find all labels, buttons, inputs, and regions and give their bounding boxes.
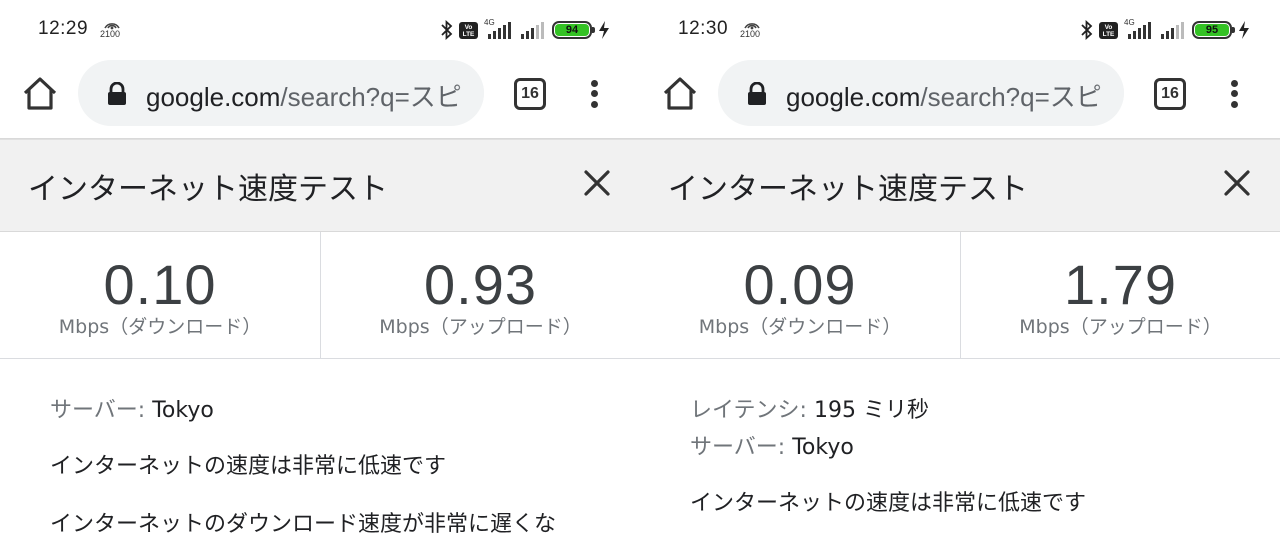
hotspot-icon: 2100 [100, 16, 124, 42]
signal-4g-icon: 4G [1124, 18, 1154, 40]
address-bar[interactable]: google.com/search?q=スピ [718, 60, 1124, 126]
speed-message: インターネットの速度は非常に低速です [50, 454, 447, 479]
download-result: 0.09 Mbps（ダウンロード） [640, 232, 960, 358]
bluetooth-icon [441, 20, 453, 40]
speed-results: 0.09 Mbps（ダウンロード） 1.79 Mbps（アップロード） [640, 232, 1280, 359]
upload-value: 1.79 [1064, 253, 1177, 316]
address-bar[interactable]: google.com/search?q=スピ [78, 60, 484, 126]
result-details: レイテンシ: 195 ミリ秒 サーバー: Tokyo インターネットの速度は非常… [690, 392, 1260, 517]
clock: 12:30 [678, 18, 729, 39]
server-label: サーバー: [50, 398, 146, 423]
status-bar: 12:30 2100 Vo LTE 4G 95 [640, 0, 1280, 60]
signal-icon [520, 20, 546, 40]
speed-message: インターネットの速度は非常に低速です [690, 491, 1087, 516]
server-value: Tokyo [145, 398, 214, 423]
close-icon[interactable] [1222, 168, 1252, 198]
card-title: インターネット速度テスト [668, 172, 1028, 207]
url-text: google.com/search?q=スピ [146, 77, 462, 114]
browser-toolbar: google.com/search?q=スピ 16 [0, 60, 640, 138]
browser-toolbar: google.com/search?q=スピ 16 [640, 60, 1280, 138]
tab-switcher-icon[interactable]: 16 [514, 78, 546, 110]
download-message: インターネットのダウンロード速度が非常に遅くな [50, 512, 557, 533]
clock: 12:29 [38, 18, 89, 39]
latency-value: 195 ミリ秒 [806, 398, 929, 423]
url-host: google.com [786, 82, 921, 112]
battery-level: 94 [555, 24, 589, 36]
card-title: インターネット速度テスト [28, 172, 388, 207]
right-screenshot: 12:30 2100 Vo LTE 4G 95 google.com/searc… [640, 0, 1280, 533]
download-result: 0.10 Mbps（ダウンロード） [0, 232, 320, 358]
download-value: 0.09 [743, 253, 857, 316]
bluetooth-icon [1081, 20, 1093, 40]
upload-unit: Mbps（アップロード） [1019, 316, 1222, 338]
tab-switcher-icon[interactable]: 16 [1154, 78, 1186, 110]
url-path: /search?q=スピ [280, 82, 462, 112]
hotspot-label: 2100 [740, 29, 761, 39]
download-unit: Mbps（ダウンロード） [698, 316, 902, 338]
battery-icon: 95 [1192, 21, 1235, 39]
battery-icon: 94 [552, 21, 595, 39]
lock-icon [106, 81, 128, 106]
more-vert-icon[interactable] [1224, 78, 1244, 110]
server-line: サーバー: Tokyo [690, 429, 1260, 461]
status-icons: Vo LTE 4G 94 [441, 18, 610, 42]
close-icon[interactable] [582, 168, 612, 198]
url-path: /search?q=スピ [920, 82, 1102, 112]
battery-level: 95 [1195, 24, 1229, 36]
charging-icon [1238, 20, 1250, 40]
server-line: サーバー: Tokyo [50, 392, 620, 424]
upload-value: 0.93 [424, 253, 537, 316]
more-vert-icon[interactable] [584, 78, 604, 110]
volte-badge: Vo LTE [459, 21, 478, 39]
hotspot-icon: 2100 [740, 16, 764, 42]
lock-icon [746, 81, 768, 106]
upload-unit: Mbps（アップロード） [379, 316, 582, 338]
download-unit: Mbps（ダウンロード） [58, 316, 262, 338]
home-icon[interactable] [660, 74, 700, 114]
speed-test-header: インターネット速度テスト [640, 140, 1280, 232]
speed-test-header: インターネット速度テスト [0, 140, 640, 232]
signal-icon [1160, 20, 1186, 40]
home-icon[interactable] [20, 74, 60, 114]
result-details: サーバー: Tokyo インターネットの速度は非常に低速です インターネットのダ… [50, 392, 620, 533]
url-host: google.com [146, 82, 281, 112]
hotspot-label: 2100 [100, 29, 121, 39]
status-bar: 12:29 2100 Vo LTE 4G 94 [0, 0, 640, 60]
download-value: 0.10 [103, 253, 217, 316]
latency-line: レイテンシ: 195 ミリ秒 [690, 392, 1260, 424]
upload-result: 1.79 Mbps（アップロード） [960, 232, 1280, 358]
left-screenshot: 12:29 2100 Vo LTE 4G 94 google.com/searc… [0, 0, 640, 533]
server-value: Tokyo [785, 435, 854, 460]
upload-result: 0.93 Mbps（アップロード） [320, 232, 640, 358]
signal-4g-icon: 4G [484, 18, 514, 40]
status-icons: Vo LTE 4G 95 [1081, 18, 1250, 42]
latency-label: レイテンシ: [690, 398, 807, 423]
server-label: サーバー: [690, 435, 786, 460]
volte-badge: Vo LTE [1099, 21, 1118, 39]
charging-icon [598, 20, 610, 40]
url-text: google.com/search?q=スピ [786, 77, 1102, 114]
speed-results: 0.10 Mbps（ダウンロード） 0.93 Mbps（アップロード） [0, 232, 640, 359]
